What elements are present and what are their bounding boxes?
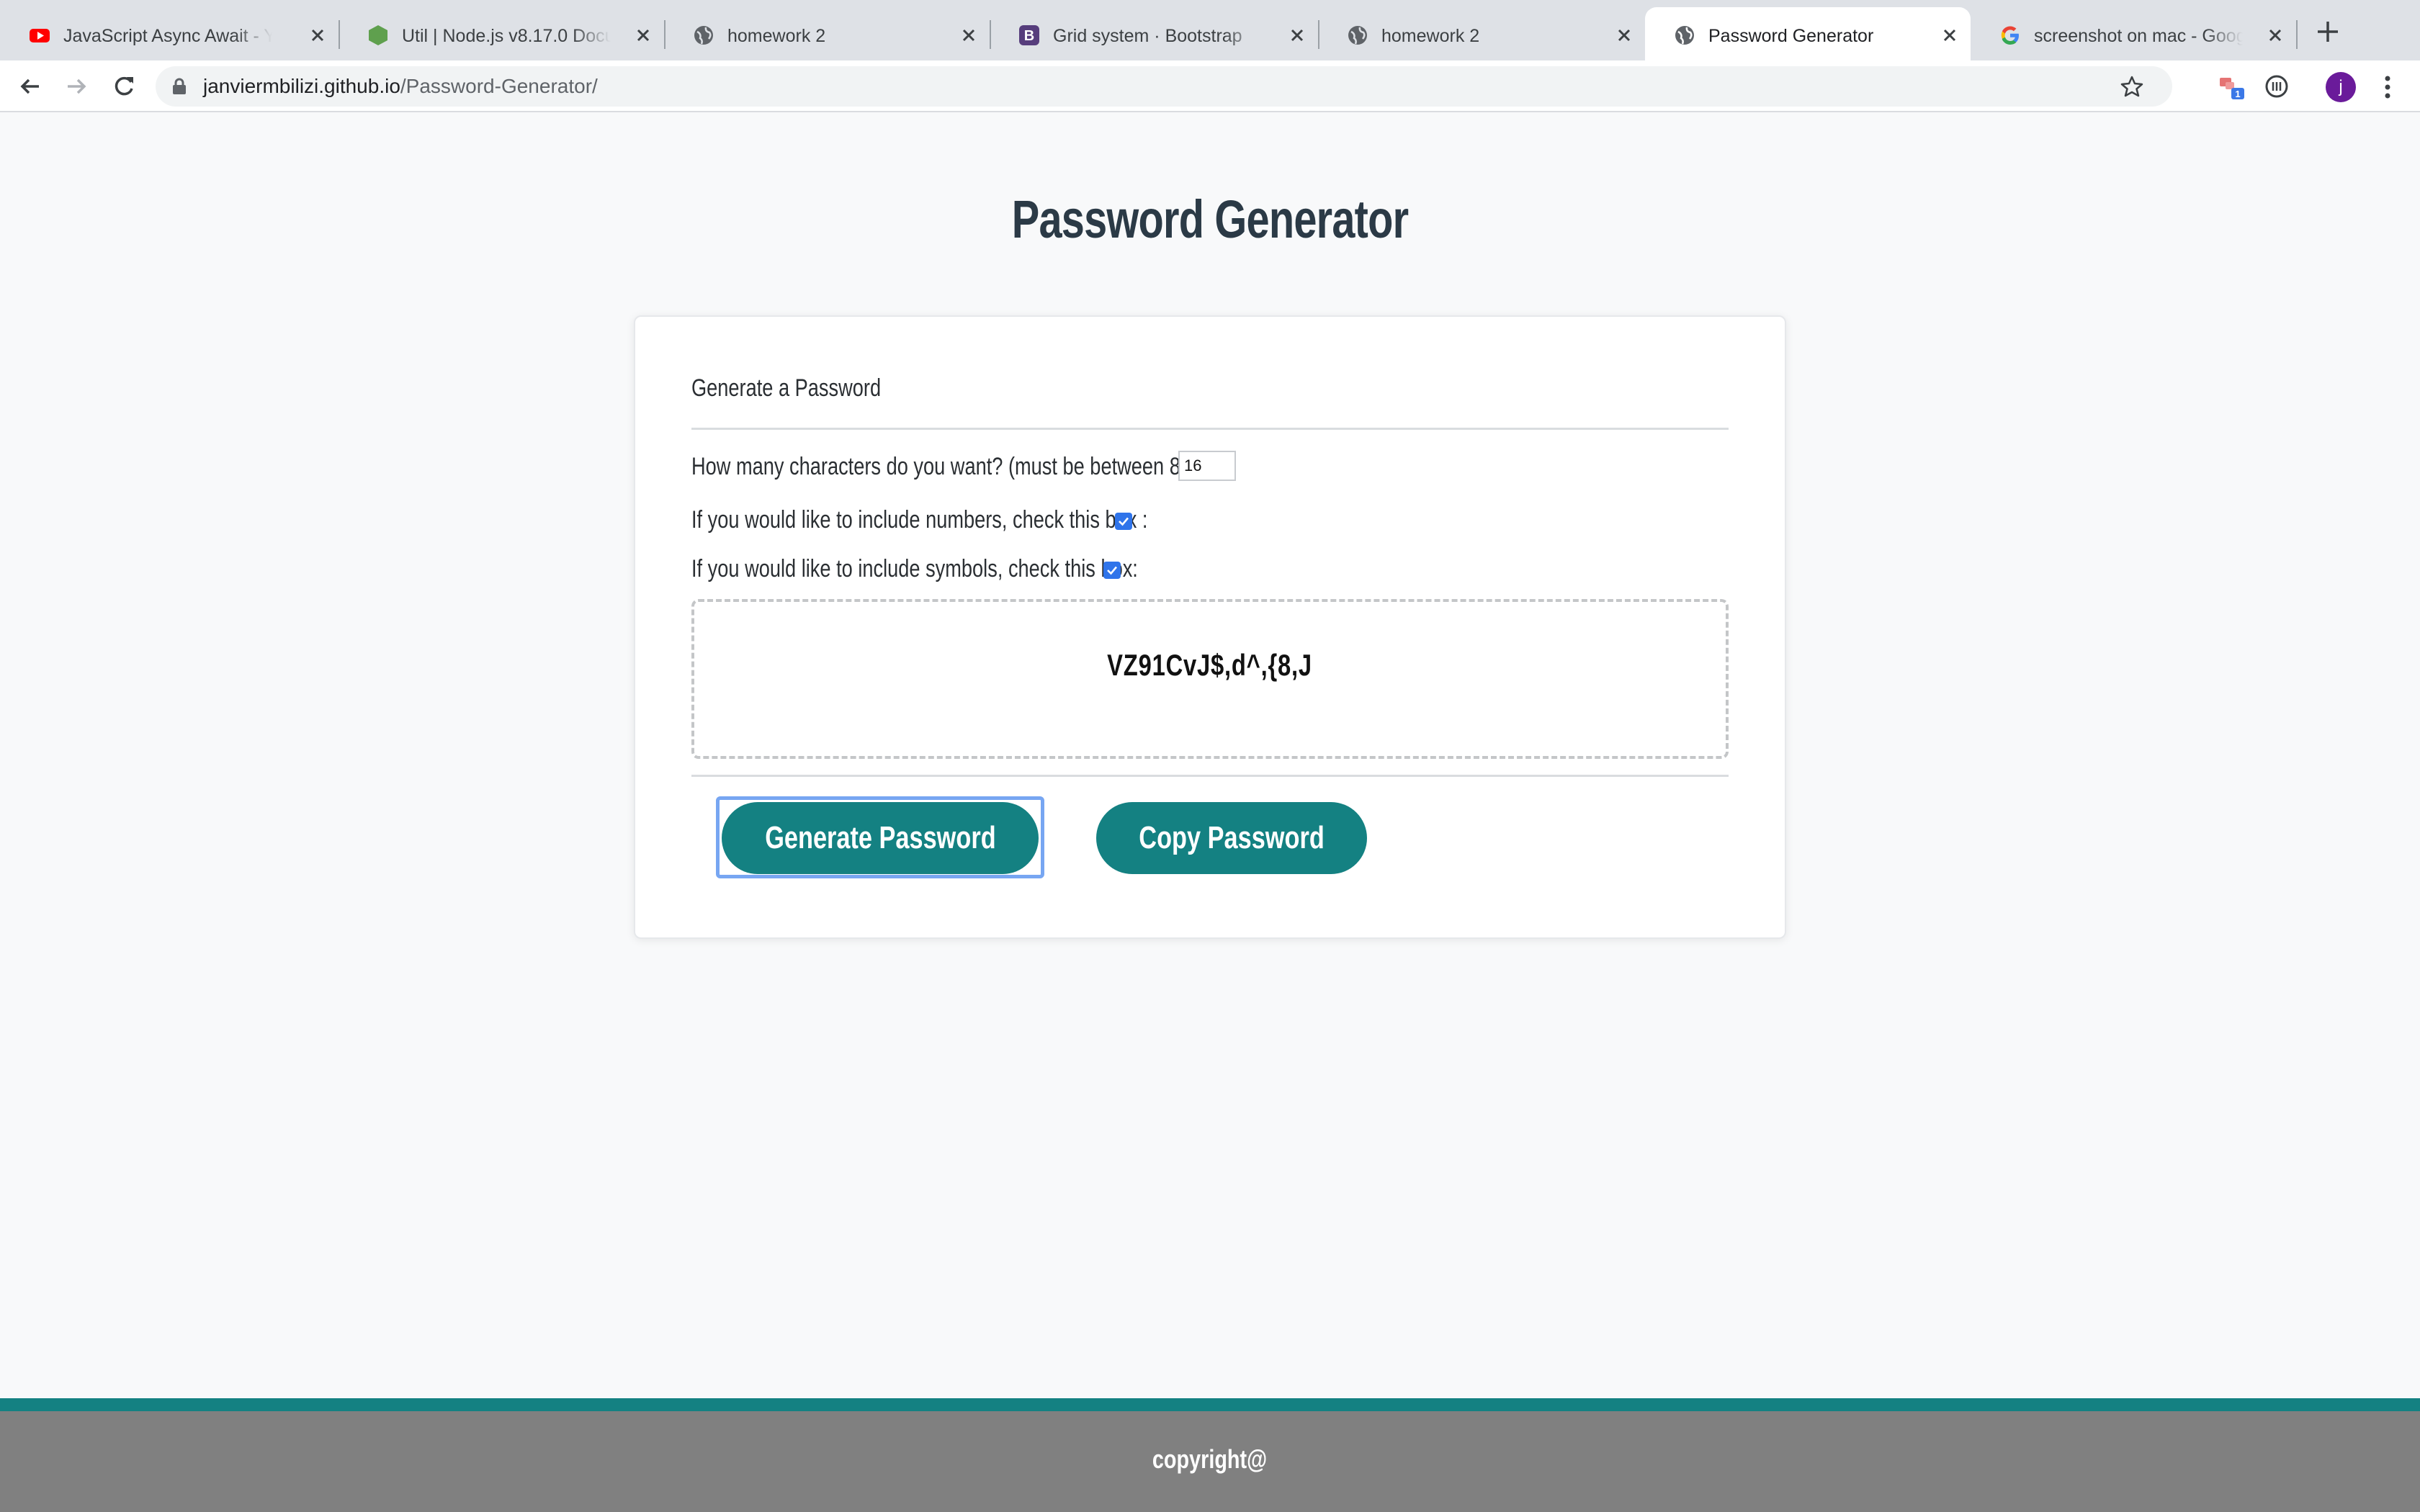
close-icon[interactable] [2264, 24, 2286, 46]
generator-card: Generate a Password How many characters … [634, 315, 1786, 939]
close-icon[interactable] [1286, 24, 1308, 46]
checkmark-icon [1107, 566, 1117, 575]
extension-icon[interactable]: 1 [2217, 72, 2246, 101]
tab-title: Password Generator [1708, 26, 1874, 46]
bookmark-star-icon[interactable] [2120, 75, 2143, 98]
youtube-icon [30, 29, 50, 42]
password-value: VZ91CvJ$,d^,{8,J [1107, 648, 1313, 682]
password-text: VZ91CvJ$,d^,{8,J [694, 648, 1726, 683]
avatar[interactable]: j [2326, 72, 2356, 102]
symbols-row: If you would like to include symbols, ch… [691, 552, 1250, 586]
globe-icon [694, 26, 713, 45]
symbols-checkbox[interactable] [1103, 562, 1121, 579]
url-text[interactable]: janviermbilizi.github.io/Password-Genera… [203, 66, 598, 107]
page-title: Password Generator [1011, 189, 1409, 249]
checkmark-icon [1119, 517, 1129, 526]
card-header-text: Generate a Password [691, 374, 882, 402]
tab-bar: JavaScript Async Await - YouTube Util | … [0, 0, 2420, 60]
extension-badge: 1 [2235, 89, 2240, 99]
extension-puzzle-icon[interactable] [2262, 72, 2291, 101]
google-icon [2001, 26, 2019, 45]
length-input[interactable] [1178, 451, 1236, 481]
tab-title: Util | Node.js v8.17.0 Documentation [402, 26, 611, 46]
footer-stripe [0, 1398, 2420, 1411]
length-label: How many characters do you want? (must b… [691, 453, 1227, 480]
forward-arrow-icon[interactable] [60, 71, 92, 102]
numbers-row: If you would like to include numbers, ch… [691, 503, 1262, 537]
password-output[interactable]: VZ91CvJ$,d^,{8,J [691, 599, 1729, 759]
numbers-label: If you would like to include numbers, ch… [691, 506, 1148, 534]
more-menu-icon[interactable] [2377, 72, 2398, 102]
lock-icon[interactable] [171, 78, 187, 95]
tab-nodejs[interactable]: Util | Node.js v8.17.0 Documentation [339, 7, 664, 60]
numbers-checkbox[interactable] [1115, 513, 1132, 530]
close-icon[interactable] [307, 24, 328, 46]
copy-password-button[interactable]: Copy Password [1096, 802, 1367, 874]
footer-text: copyright@ [1152, 1444, 1268, 1474]
url-path: /Password-Generator/ [400, 75, 598, 97]
footer-copyright: copyright@ [0, 1444, 2420, 1475]
close-icon[interactable] [1939, 24, 1960, 46]
tab-bootstrap[interactable]: B Grid system · Bootstrap [990, 7, 1318, 60]
generate-label: Generate Password [764, 820, 996, 855]
nodejs-icon [369, 25, 387, 45]
svg-text:B: B [1024, 28, 1034, 44]
copy-label: Copy Password [1139, 820, 1325, 855]
address-bar[interactable]: janviermbilizi.github.io/Password-Genera… [156, 66, 2172, 107]
back-arrow-icon[interactable] [14, 71, 46, 102]
globe-icon [1348, 26, 1367, 45]
button-divider [691, 775, 1729, 777]
tab-password-generator[interactable]: Password Generator [1645, 7, 1971, 60]
tab-title: homework 2 [1381, 26, 1480, 46]
tab-separator [2296, 20, 2298, 49]
tab-homework-2[interactable]: homework 2 [664, 7, 990, 60]
tab-title: Grid system · Bootstrap [1053, 26, 1242, 46]
tab-homework-2-second[interactable]: homework 2 [1318, 7, 1645, 60]
close-icon[interactable] [1613, 24, 1635, 46]
tab-title: homework 2 [727, 26, 826, 46]
reload-icon[interactable] [108, 71, 140, 102]
card-header: Generate a Password [691, 374, 928, 402]
header-divider [691, 428, 1729, 430]
symbols-label: If you would like to include symbols, ch… [691, 555, 1138, 582]
tab-youtube[interactable]: JavaScript Async Await - YouTube [0, 7, 339, 60]
tab-google-search[interactable]: screenshot on mac - Google Search [1971, 7, 2296, 60]
generate-password-button[interactable]: Generate Password [722, 802, 1039, 874]
close-icon[interactable] [632, 24, 654, 46]
close-icon[interactable] [958, 24, 980, 46]
bootstrap-icon: B [1019, 25, 1039, 45]
tab-title: screenshot on mac - Google Search [2034, 26, 2243, 46]
tab-title: JavaScript Async Await - YouTube [63, 26, 272, 46]
url-host: janviermbilizi.github.io [203, 75, 400, 97]
globe-icon [1675, 26, 1694, 45]
new-tab-icon[interactable] [2315, 19, 2341, 45]
length-row: How many characters do you want? (must b… [691, 449, 1360, 484]
footer: copyright@ [0, 1411, 2420, 1512]
browser-toolbar: janviermbilizi.github.io/Password-Genera… [0, 60, 2420, 112]
